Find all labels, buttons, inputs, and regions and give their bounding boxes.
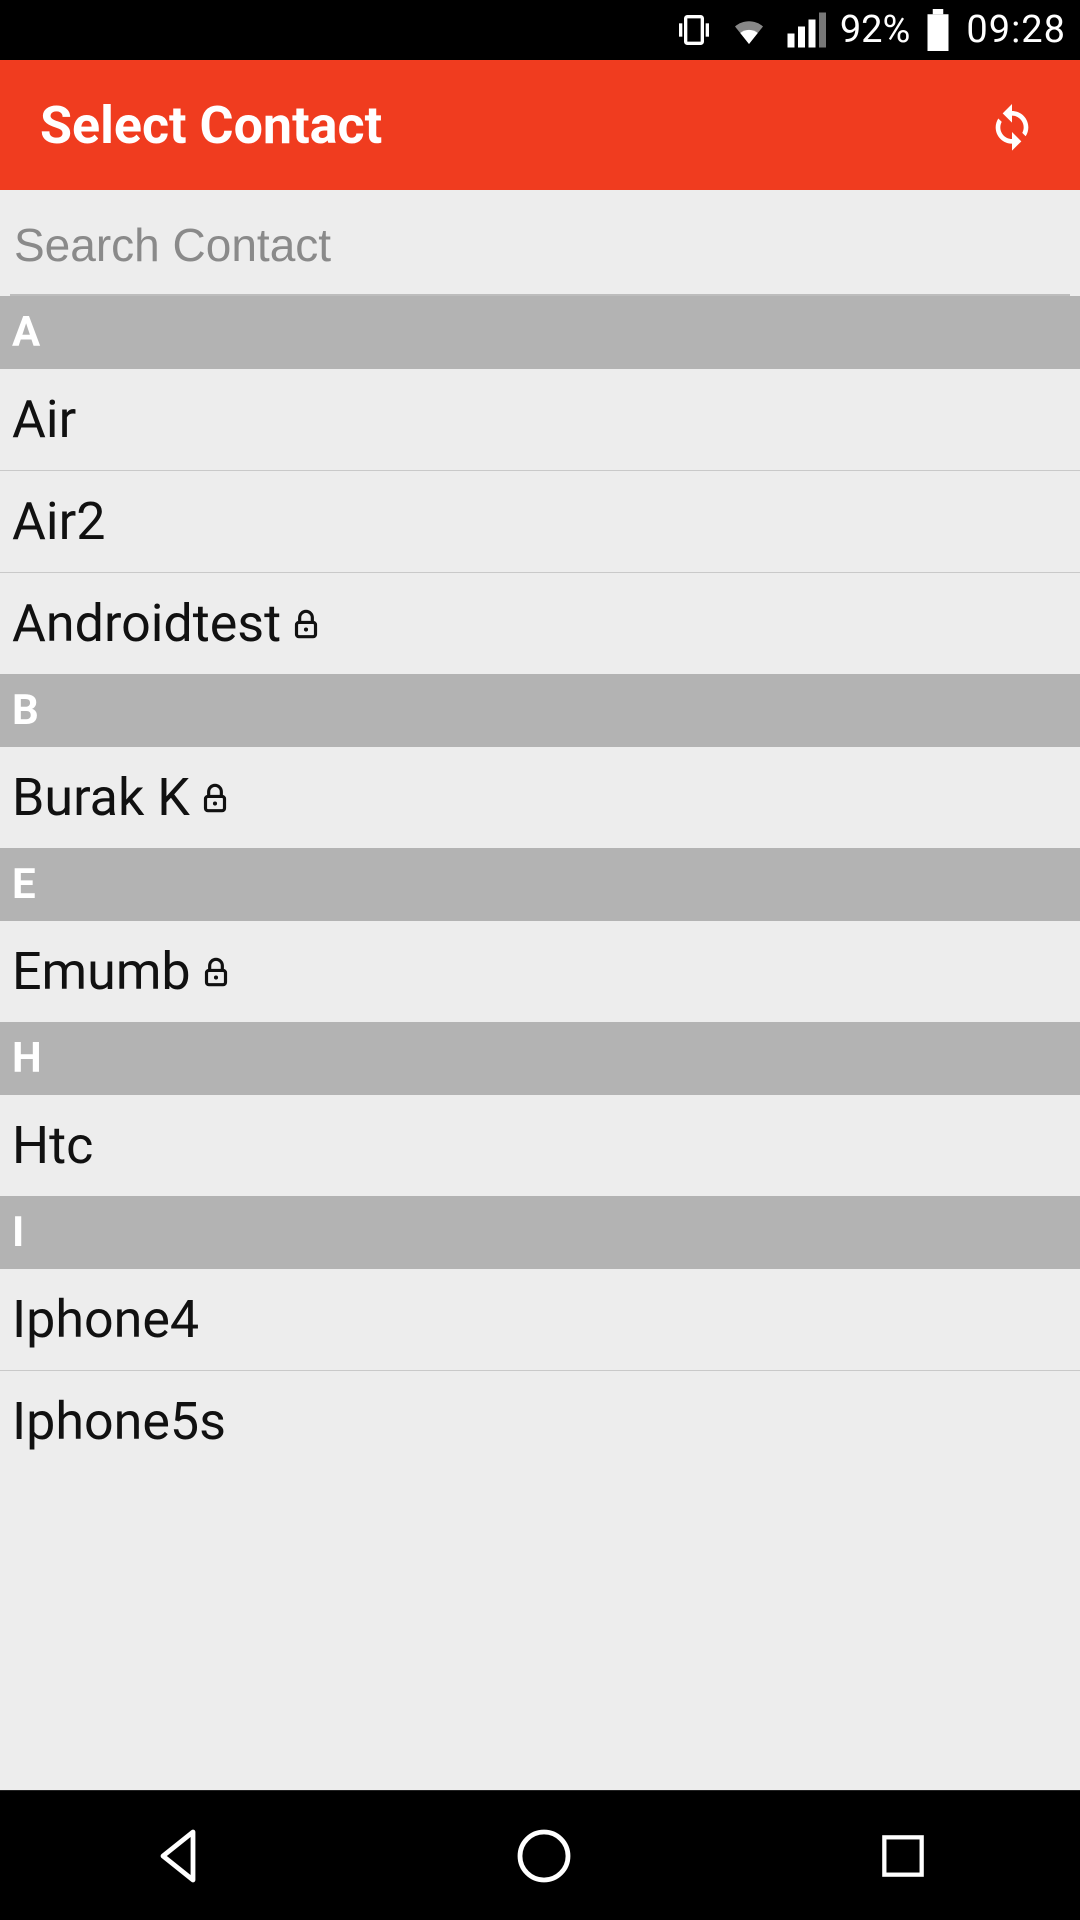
contact-row[interactable]: Iphone5s	[0, 1371, 1080, 1472]
contact-name: Air2	[12, 491, 105, 552]
contact-row[interactable]: Burak K	[0, 747, 1080, 848]
lock-icon	[287, 605, 325, 643]
search-bar	[0, 190, 1080, 296]
system-nav-bar	[0, 1790, 1080, 1920]
contact-list[interactable]: A Air Air2 Androidtest B Burak K E Emumb H Htc I Ip…	[0, 296, 1080, 1790]
contact-name: Air	[12, 389, 76, 450]
section-header: H	[0, 1022, 1080, 1095]
contact-name: Androidtest	[12, 593, 281, 654]
refresh-button[interactable]	[984, 97, 1040, 153]
vibrate-icon	[674, 10, 714, 50]
battery-percentage: 92%	[840, 8, 911, 52]
contact-name: Emumb	[12, 941, 191, 1002]
section-header: E	[0, 848, 1080, 921]
wifi-icon	[728, 9, 770, 51]
contact-row[interactable]: Air2	[0, 471, 1080, 573]
contact-row[interactable]: Iphone4	[0, 1269, 1080, 1371]
contact-row[interactable]: Air	[0, 369, 1080, 471]
section-header: B	[0, 674, 1080, 747]
nav-recent-button[interactable]	[871, 1824, 935, 1888]
contact-name: Burak K	[12, 767, 190, 828]
status-bar: 92% 09:28	[0, 0, 1080, 60]
section-header: I	[0, 1196, 1080, 1269]
lock-icon	[197, 953, 235, 991]
section-header: A	[0, 296, 1080, 369]
nav-back-button[interactable]	[145, 1820, 217, 1892]
page-title: Select Contact	[40, 95, 382, 156]
contact-row[interactable]: Emumb	[0, 921, 1080, 1022]
clock: 09:28	[966, 8, 1066, 52]
app-bar: Select Contact	[0, 60, 1080, 190]
lock-icon	[196, 779, 234, 817]
contact-row[interactable]: Androidtest	[0, 573, 1080, 674]
contact-name: Iphone5s	[12, 1391, 226, 1452]
contact-name: Iphone4	[12, 1289, 199, 1350]
search-input[interactable]	[10, 200, 1070, 296]
contact-row[interactable]: Htc	[0, 1095, 1080, 1196]
battery-icon	[924, 9, 952, 51]
contact-name: Htc	[12, 1115, 93, 1176]
nav-home-button[interactable]	[508, 1820, 580, 1892]
cell-signal-icon	[784, 9, 826, 51]
